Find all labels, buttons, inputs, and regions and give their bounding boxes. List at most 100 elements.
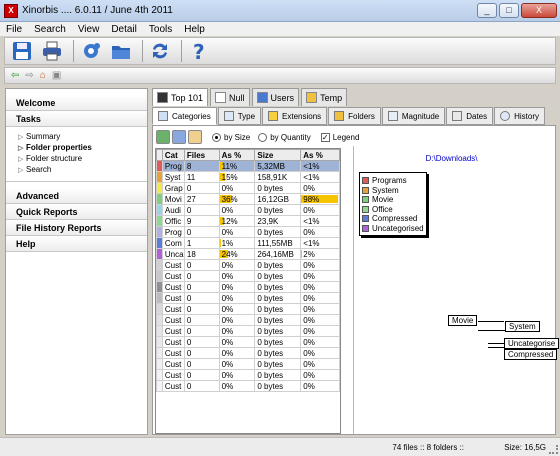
back-icon[interactable]: ⇦ xyxy=(11,70,19,81)
size-cell: 0 bytes xyxy=(254,182,302,194)
size-percent-column-header[interactable]: As % xyxy=(300,149,340,161)
refresh-icon[interactable] xyxy=(147,39,173,63)
table-row[interactable]: Cust 0 0% 0 bytes 0% xyxy=(156,336,340,348)
table-row[interactable]: Prog 8 11% 5,32MB <1% xyxy=(156,160,340,172)
table-row[interactable]: Cust 0 0% 0 bytes 0% xyxy=(156,281,340,293)
print-icon[interactable] xyxy=(39,39,65,63)
open-folder-icon[interactable] xyxy=(108,39,134,63)
table-row[interactable]: Movi 27 36% 16,12GB 98% xyxy=(156,193,340,205)
sidebar: Welcome Tasks ▷ Summary ▷ Folder propertie… xyxy=(5,88,148,435)
menu-help[interactable]: Help xyxy=(184,24,205,35)
tab-folders[interactable]: Folders xyxy=(328,107,381,125)
table-row[interactable]: Unca 18 24% 264,16MB 2% xyxy=(156,248,340,260)
percent-text: 2% xyxy=(303,249,315,259)
tab-type[interactable]: Type xyxy=(217,107,262,125)
categories-table[interactable]: Cat Files As % Size As % Prog 8 11% 5,32MB <… xyxy=(155,148,341,434)
menu-view[interactable]: View xyxy=(78,24,100,35)
folder-path: D:\Downloads\ xyxy=(425,154,478,163)
type-icon xyxy=(223,111,234,121)
table-row[interactable]: Cust 0 0% 0 bytes 0% xyxy=(156,270,340,282)
files-percent-cell: 0% xyxy=(218,259,256,271)
edit-icon[interactable] xyxy=(188,130,202,144)
task-folder-properties[interactable]: ▷ Folder properties xyxy=(18,142,147,153)
percent-text: 11% xyxy=(221,161,238,171)
table-row[interactable]: Cust 0 0% 0 bytes 0% xyxy=(156,259,340,271)
task-folder-structure[interactable]: ▷ Folder structure xyxy=(18,153,147,164)
table-row[interactable]: Prog 0 0% 0 bytes 0% xyxy=(156,226,340,238)
chart-label-compressed: Compressed xyxy=(504,349,558,360)
tab-dates[interactable]: Dates xyxy=(446,107,494,125)
size-column-header[interactable]: Size xyxy=(254,149,302,161)
save-icon[interactable] xyxy=(9,39,35,63)
legend-checkbox[interactable]: ✓ xyxy=(320,132,330,142)
sidebar-help[interactable]: Help xyxy=(6,236,147,252)
resize-grip[interactable] xyxy=(549,445,558,454)
pie-chart-icon[interactable] xyxy=(156,130,170,144)
table-row[interactable]: Cust 0 0% 0 bytes 0% xyxy=(156,358,340,370)
maximize-button[interactable]: □ xyxy=(499,3,519,18)
files-cell: 0 xyxy=(183,204,220,216)
table-row[interactable]: Offic 9 12% 23,9K <1% xyxy=(156,215,340,227)
by-size-radio[interactable] xyxy=(212,132,221,142)
settings-icon[interactable] xyxy=(78,39,104,63)
home-icon[interactable]: ⌂ xyxy=(40,70,46,81)
menu-detail[interactable]: Detail xyxy=(111,24,137,35)
table-row[interactable]: Grap 0 0% 0 bytes 0% xyxy=(156,182,340,194)
files-percent-column-header[interactable]: As % xyxy=(218,149,256,161)
table-row[interactable]: Syst 11 15% 158,91K <1% xyxy=(156,171,340,183)
tab-temp[interactable]: Temp xyxy=(301,88,348,106)
table-row[interactable]: Cust 0 0% 0 bytes 0% xyxy=(156,292,340,304)
percent-text: 24% xyxy=(221,249,238,259)
tab-extensions[interactable]: Extensions xyxy=(262,107,328,125)
category-cell: Cust xyxy=(161,259,185,271)
tab-users[interactable]: Users xyxy=(251,88,300,106)
bar-chart-icon[interactable] xyxy=(172,130,186,144)
extensions-icon xyxy=(268,111,279,121)
category-cell: Cust xyxy=(161,303,185,315)
table-row[interactable]: Cust 0 0% 0 bytes 0% xyxy=(156,314,340,326)
legend-swatch xyxy=(362,196,369,204)
help-icon[interactable]: ? xyxy=(186,39,212,63)
table-row[interactable]: Cust 0 0% 0 bytes 0% xyxy=(156,325,340,337)
task-summary[interactable]: ▷ Summary xyxy=(18,131,147,142)
by-quantity-radio[interactable] xyxy=(258,132,268,142)
table-row[interactable]: Cust 0 0% 0 bytes 0% xyxy=(156,347,340,359)
size-percent-cell: 0% xyxy=(300,325,340,337)
tab-magnitude[interactable]: Magnitude xyxy=(381,107,446,125)
category-cell: Unca xyxy=(161,248,185,260)
sidebar-quick-reports[interactable]: Quick Reports xyxy=(6,204,147,220)
options-bar: by Size by Quantity ✓ Legend xyxy=(153,126,555,148)
percent-text: 36% xyxy=(221,194,238,204)
files-column-header[interactable]: Files xyxy=(183,149,220,161)
leader-line xyxy=(478,330,505,331)
lock-icon[interactable]: ▣ xyxy=(52,70,61,81)
menu-file[interactable]: File xyxy=(6,24,22,35)
forward-icon[interactable]: ⇨ xyxy=(25,70,33,81)
table-row[interactable]: Cust 0 0% 0 bytes 0% xyxy=(156,303,340,315)
tab-categories[interactable]: Categories xyxy=(152,107,217,125)
table-row[interactable]: Cust 0 0% 0 bytes 0% xyxy=(156,380,340,392)
minimize-button[interactable]: _ xyxy=(477,3,497,18)
percent-text: <1% xyxy=(303,238,320,248)
size-percent-cell: 0% xyxy=(300,314,340,326)
legend-swatch xyxy=(362,224,369,232)
table-row[interactable]: Audi 0 0% 0 bytes 0% xyxy=(156,204,340,216)
close-button[interactable]: X xyxy=(521,3,557,18)
toolbar-separator xyxy=(142,40,143,62)
table-row[interactable]: Cust 0 0% 0 bytes 0% xyxy=(156,369,340,381)
table-row[interactable]: Com 1 1% 111,55MB <1% xyxy=(156,237,340,249)
files-percent-cell: 0% xyxy=(218,314,256,326)
task-search[interactable]: ▷ Search xyxy=(18,164,147,175)
sidebar-advanced[interactable]: Advanced xyxy=(6,188,147,204)
menu-search[interactable]: Search xyxy=(34,24,66,35)
files-cell: 0 xyxy=(183,347,220,359)
status-size: Size: 16,5G xyxy=(504,443,546,452)
menu-tools[interactable]: Tools xyxy=(149,24,172,35)
sidebar-file-history-reports[interactable]: File History Reports xyxy=(6,220,147,236)
cat-column-header[interactable]: Cat xyxy=(161,149,185,161)
tab-null[interactable]: Null xyxy=(210,88,250,106)
tab-top-101[interactable]: Top 101 xyxy=(152,88,209,106)
sidebar-welcome[interactable]: Welcome xyxy=(6,95,147,111)
sidebar-tasks[interactable]: Tasks xyxy=(6,111,147,127)
tab-history[interactable]: History xyxy=(494,107,546,125)
